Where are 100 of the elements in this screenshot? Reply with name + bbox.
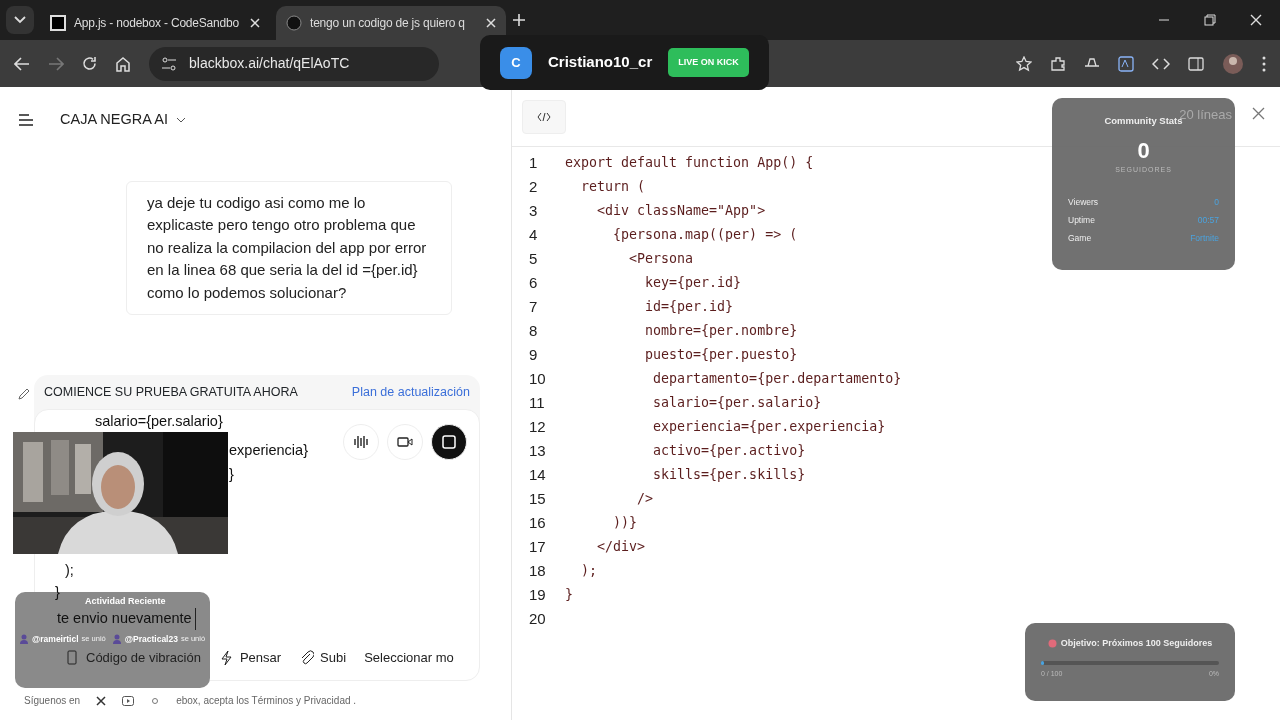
code-line: key={per.id} <box>644 274 742 293</box>
code-line: activo={per.activo} <box>652 442 806 461</box>
code-line: return ( <box>580 178 646 197</box>
youtube-icon[interactable] <box>122 695 135 706</box>
line-number: 4 <box>529 224 539 245</box>
tune-icon <box>161 56 177 71</box>
tab-title: App.js - nodebox - CodeSandbo <box>74 15 240 32</box>
code-text: } <box>229 465 234 484</box>
stat-value: 0 <box>1214 196 1219 210</box>
address-bar[interactable]: blackbox.ai/chat/qElAoTC <box>149 46 439 81</box>
home-icon[interactable] <box>115 55 131 72</box>
chat-message: ya deje tu codigo asi como me lo explicaste pero tengo otro problema que no realiza la compilacion del app por error en la linea 68 que seria la del id ={per.id} como lo podemos solucionar? <box>126 180 452 316</box>
line-number: 2 <box>529 176 539 197</box>
sidebar-icon[interactable] <box>1188 55 1204 72</box>
code-line: id={per.id} <box>644 298 734 317</box>
more-icon[interactable] <box>1262 55 1266 72</box>
tool-button[interactable]: Subi <box>299 648 347 668</box>
reload-icon[interactable] <box>82 56 97 71</box>
line-number: 11 <box>529 392 546 413</box>
stat-value: 00:57 <box>1197 214 1219 228</box>
x-logo-icon[interactable] <box>96 695 107 706</box>
star-icon[interactable] <box>1016 55 1032 72</box>
code-text: ); <box>65 561 74 580</box>
line-number: 16 <box>529 512 547 533</box>
voice-button[interactable] <box>343 424 379 460</box>
footer-text: Síguenos en <box>24 694 81 708</box>
line-number: 9 <box>529 344 539 365</box>
line-number: 19 <box>529 584 547 605</box>
username: @rameirticl <box>32 632 79 646</box>
puzzle-icon[interactable] <box>1050 55 1066 72</box>
code-line: salario={per.salario} <box>652 394 822 413</box>
line-number: 3 <box>529 200 539 221</box>
channel-name: Cristiano10_cr <box>548 52 653 73</box>
globe-icon <box>286 15 302 31</box>
footer-text: ebox, acepta los Términos y Privacidad . <box>176 694 357 708</box>
forward-icon[interactable] <box>48 56 64 71</box>
line-number: 5 <box>529 248 539 269</box>
tool-button[interactable]: Código de vibración <box>65 648 201 668</box>
tab-title: tengo un codigo de js quiero q <box>310 15 466 32</box>
url-text: blackbox.ai/chat/qElAoTC <box>189 54 350 73</box>
stat-label: Uptime <box>1068 214 1095 228</box>
line-number: 15 <box>529 488 547 509</box>
stat-value: Fortnite <box>1190 232 1219 246</box>
live-badge: LIVE ON KICK <box>668 47 749 78</box>
chevron-down-icon <box>176 116 186 123</box>
back-icon[interactable] <box>14 56 30 71</box>
stat-label: Game <box>1068 232 1092 246</box>
line-number: 20 <box>529 608 547 629</box>
avatar-icon[interactable] <box>1222 52 1244 75</box>
panel-title: Actividad Reciente <box>85 595 166 608</box>
line-number: 7 <box>529 296 539 317</box>
model-selector[interactable]: CAJA NEGRA AI <box>60 109 186 131</box>
browser-tab[interactable]: tengo un codigo de js quiero q <box>276 6 506 40</box>
line-number: 14 <box>529 464 547 485</box>
line-number: 10 <box>529 368 547 389</box>
code-line: } <box>565 586 573 605</box>
pencil-icon[interactable] <box>17 387 31 401</box>
code-line: ))} <box>612 514 638 533</box>
stat-label: Viewers <box>1068 196 1099 210</box>
browser-tab[interactable]: App.js - nodebox - CodeSandbo <box>40 6 270 40</box>
username: @Practical23 <box>124 632 178 646</box>
code-line: puesto={per.puesto} <box>644 346 798 365</box>
tab-list-button[interactable] <box>6 6 34 34</box>
line-number: 6 <box>529 272 539 293</box>
line-number: 1 <box>529 152 539 173</box>
code-line: nombre={per.nombre} <box>644 322 798 341</box>
tool-button[interactable]: Seleccionar mo <box>364 648 454 668</box>
line-number: 8 <box>529 320 539 341</box>
line-number: 18 <box>529 560 547 581</box>
square-icon <box>50 15 66 31</box>
follower-count: 0 <box>1136 138 1151 165</box>
code-line: {persona.map((per) => ( <box>612 226 798 245</box>
channel-avatar: C <box>500 46 532 79</box>
user-icon <box>19 634 29 644</box>
menu-icon[interactable] <box>18 113 34 126</box>
code-icon <box>537 112 551 123</box>
restore-icon[interactable] <box>1204 14 1216 26</box>
code-icon[interactable] <box>1152 56 1170 71</box>
code-line: experiencia={per.experiencia} <box>652 418 886 437</box>
user-icon <box>111 634 122 644</box>
tool-button[interactable]: Pensar <box>218 648 282 668</box>
panel-title: Community Stats <box>1104 115 1183 128</box>
chevron-down-icon <box>14 16 26 24</box>
stop-icon <box>442 435 456 449</box>
stop-button[interactable] <box>431 424 467 460</box>
sun-icon[interactable] <box>150 695 161 706</box>
translate-icon[interactable] <box>1118 55 1134 72</box>
paperclip-icon <box>299 650 315 666</box>
code-line: ); <box>580 562 598 581</box>
code-line: </div> <box>596 538 646 557</box>
code-text: salario={per.salario} <box>95 412 223 431</box>
video-button[interactable] <box>387 424 423 460</box>
target-icon <box>1047 639 1057 649</box>
phone-icon <box>65 650 80 666</box>
code-line: <Persona <box>628 250 694 269</box>
upgrade-link[interactable]: Plan de actualización <box>351 383 470 402</box>
code-line: <div className="App"> <box>596 202 766 221</box>
plus-icon[interactable] <box>512 13 526 27</box>
waveform-icon <box>353 435 369 449</box>
code-text: experiencia} <box>229 441 308 460</box>
